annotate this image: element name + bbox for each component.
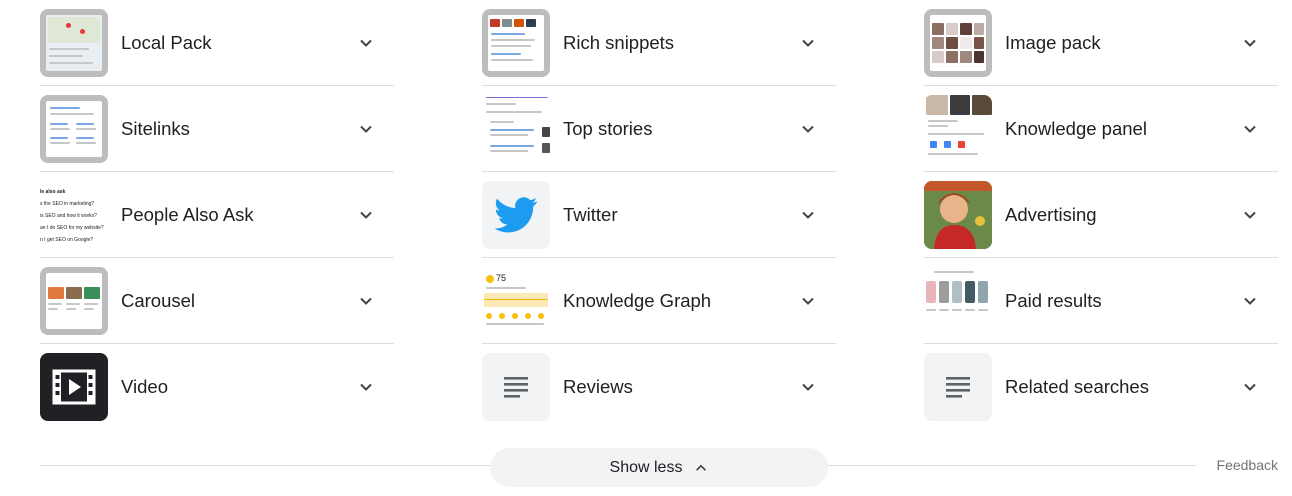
chevron-down-icon[interactable] xyxy=(1236,201,1264,229)
feature-label: Reviews xyxy=(563,376,633,397)
feature-label: Knowledge panel xyxy=(1005,118,1147,139)
top-stories-thumbnail xyxy=(482,95,550,163)
paa-thumb-question: n I get SEO on Google? xyxy=(40,237,94,243)
feature-item-local-pack[interactable]: Local Pack xyxy=(40,0,394,86)
paa-thumb-heading: le also ask xyxy=(40,189,66,195)
chevron-down-icon[interactable] xyxy=(794,373,822,401)
column-2: Rich snippets Top stories Twitter 75 Kno… xyxy=(482,0,836,430)
feature-label: Related searches xyxy=(1005,376,1149,397)
image-pack-thumbnail xyxy=(924,9,992,77)
paa-thumb-question: s the SEO in marketing? xyxy=(40,201,95,207)
local-pack-thumbnail xyxy=(40,9,108,77)
feature-item-people-also-ask[interactable]: le also ask s the SEO in marketing? is S… xyxy=(40,172,394,258)
feature-label: Paid results xyxy=(1005,290,1102,311)
feature-item-advertising[interactable]: Advertising xyxy=(924,172,1278,258)
feature-label: Sitelinks xyxy=(121,118,190,139)
feature-label: Local Pack xyxy=(121,32,212,53)
feature-item-knowledge-graph[interactable]: 75 Knowledge Graph xyxy=(482,258,836,344)
knowledge-panel-thumbnail xyxy=(924,95,992,163)
chevron-down-icon[interactable] xyxy=(1236,115,1264,143)
chevron-down-icon[interactable] xyxy=(1236,287,1264,315)
chevron-down-icon[interactable] xyxy=(794,201,822,229)
paa-thumb-question: an I do SEO for my website? xyxy=(40,225,104,231)
feature-item-rich-snippets[interactable]: Rich snippets xyxy=(482,0,836,86)
feature-item-reviews[interactable]: Reviews xyxy=(482,344,836,430)
chevron-down-icon[interactable] xyxy=(352,29,380,57)
chevron-down-icon[interactable] xyxy=(352,287,380,315)
chevron-down-icon[interactable] xyxy=(352,373,380,401)
film-play-icon xyxy=(40,353,108,421)
feature-label: People Also Ask xyxy=(121,204,254,225)
column-3: Image pack Knowledge panel Advertising P… xyxy=(924,0,1278,430)
chevron-down-icon[interactable] xyxy=(1236,29,1264,57)
show-less-label: Show less xyxy=(609,458,683,476)
lines-icon xyxy=(482,353,550,421)
sitelinks-thumbnail xyxy=(40,95,108,163)
feature-item-twitter[interactable]: Twitter xyxy=(482,172,836,258)
feature-label: Carousel xyxy=(121,290,196,311)
people-also-ask-thumbnail: le also ask s the SEO in marketing? is S… xyxy=(40,181,108,249)
feature-label: Twitter xyxy=(563,204,618,225)
show-less-button[interactable]: Show less xyxy=(490,448,828,487)
feature-item-top-stories[interactable]: Top stories xyxy=(482,86,836,172)
feature-item-sitelinks[interactable]: Sitelinks xyxy=(40,86,394,172)
chevron-down-icon[interactable] xyxy=(352,201,380,229)
feature-item-paid-results[interactable]: Paid results xyxy=(924,258,1278,344)
feature-label: Knowledge Graph xyxy=(563,290,712,311)
feature-label: Rich snippets xyxy=(563,32,675,53)
chevron-down-icon[interactable] xyxy=(352,115,380,143)
chevron-up-icon xyxy=(694,461,708,475)
weather-temperature: 75 xyxy=(496,273,507,283)
advertising-thumbnail xyxy=(924,181,992,249)
carousel-thumbnail xyxy=(40,267,108,335)
feature-item-knowledge-panel[interactable]: Knowledge panel xyxy=(924,86,1278,172)
lines-icon xyxy=(924,353,992,421)
feature-label: Image pack xyxy=(1005,32,1101,53)
feature-item-video[interactable]: Video xyxy=(40,344,394,430)
feature-label: Top stories xyxy=(563,118,653,139)
feature-label: Advertising xyxy=(1005,204,1097,225)
serp-features-grid: Local Pack Sitelinks le also ask s the S… xyxy=(40,0,1278,430)
feature-item-image-pack[interactable]: Image pack xyxy=(924,0,1278,86)
feature-item-related-searches[interactable]: Related searches xyxy=(924,344,1278,430)
rich-snippets-thumbnail xyxy=(482,9,550,77)
twitter-bird-icon xyxy=(482,181,550,249)
chevron-down-icon[interactable] xyxy=(794,29,822,57)
column-1: Local Pack Sitelinks le also ask s the S… xyxy=(40,0,394,430)
chevron-down-icon[interactable] xyxy=(1236,373,1264,401)
feature-label: Video xyxy=(121,376,168,397)
paid-results-thumbnail xyxy=(924,267,992,335)
chevron-down-icon[interactable] xyxy=(794,115,822,143)
feature-item-carousel[interactable]: Carousel xyxy=(40,258,394,344)
feedback-link[interactable]: Feedback xyxy=(1217,457,1278,473)
chevron-down-icon[interactable] xyxy=(794,287,822,315)
paa-thumb-question: is SEO and how it works? xyxy=(40,213,97,219)
weather-thumbnail: 75 xyxy=(482,267,550,335)
